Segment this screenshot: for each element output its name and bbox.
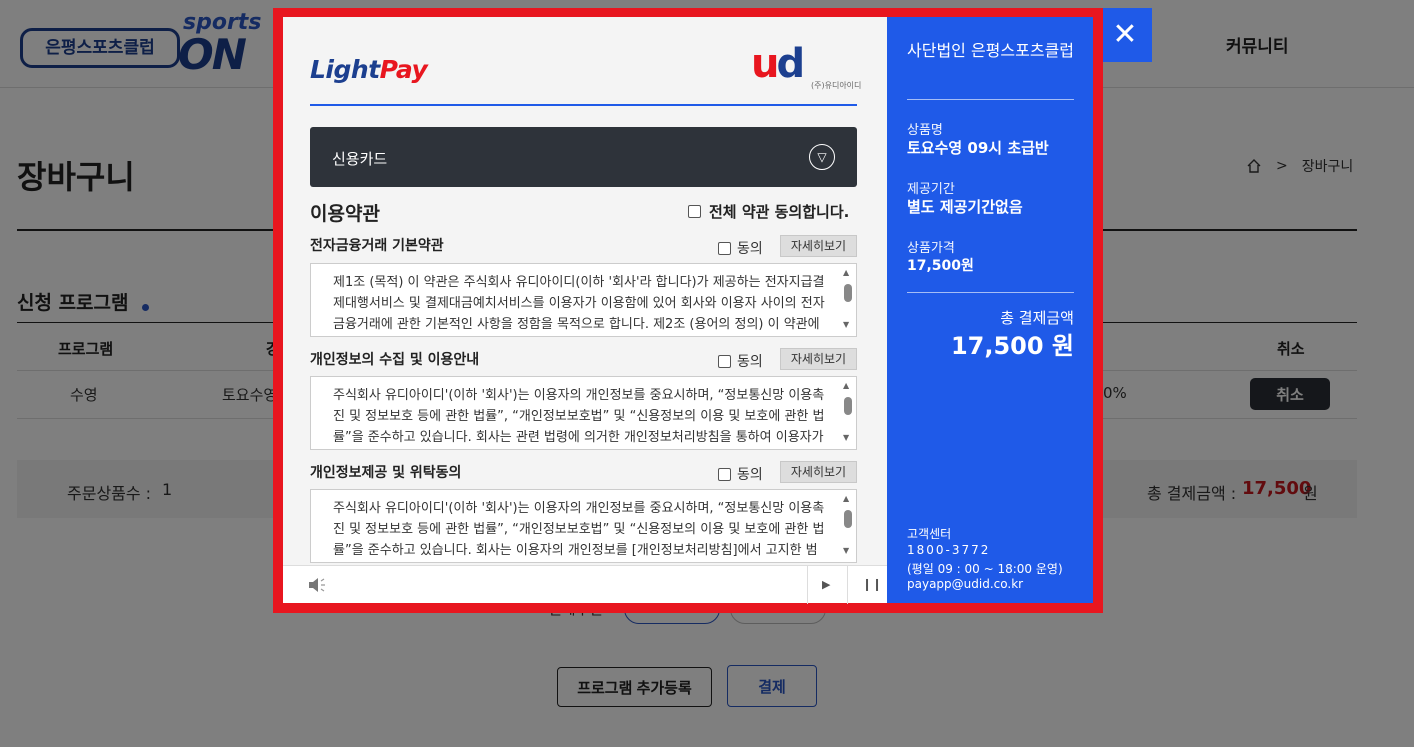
payment-modal: LightPay ud (주)유디아이디 신용카드 ▽ 이용약관 전체 약관 동… — [273, 8, 1103, 613]
term-title-privacy-provision: 개인정보제공 및 위탁동의 — [310, 465, 462, 481]
term-detail-button-privacy-provision[interactable]: 자세히보기 — [780, 461, 857, 483]
udid-logo-d: d — [776, 41, 805, 87]
speaker-icon[interactable] — [307, 576, 327, 594]
price-value: 17,500원 — [907, 258, 974, 274]
lightpay-logo-light: Light — [310, 55, 380, 84]
product-name-value: 토요수영 09시 초급반 — [907, 139, 1049, 157]
term-agree-label: 동의 — [737, 241, 763, 257]
price-label: 상품가격 — [907, 241, 955, 256]
term-detail-button-electronic-finance[interactable]: 자세히보기 — [780, 235, 857, 257]
term-agree-label: 동의 — [737, 354, 763, 370]
udid-logo: ud — [751, 41, 805, 87]
scroll-down-icon[interactable]: ▼ — [843, 320, 849, 329]
close-icon[interactable]: ✕ — [1098, 8, 1152, 62]
term-text-box-privacy-provision[interactable]: 주식회사 유디아이디'(이하 '회사')는 이용자의 개인정보를 중요시하며, … — [310, 489, 857, 563]
udid-logo-u: u — [751, 41, 780, 87]
merchant-name: 사단법인 은평스포츠클럽 — [907, 41, 1075, 60]
scrollbar-thumb[interactable] — [844, 510, 852, 528]
period-label: 제공기간 — [907, 182, 955, 197]
customer-center-phone: 1800-3772 — [907, 543, 991, 557]
logo-divider — [310, 104, 857, 106]
agree-all-checkbox[interactable]: 전체 약관 동의합니다. — [688, 201, 849, 222]
pause-icon[interactable]: ❙❙ — [862, 577, 882, 591]
chevron-down-icon: ▽ — [809, 144, 835, 170]
period-value: 별도 제공기간없음 — [907, 198, 1023, 216]
total-amount-label: 총 결제금액 — [1000, 309, 1074, 327]
term-detail-button-privacy-collection[interactable]: 자세히보기 — [780, 348, 857, 370]
agree-all-label: 전체 약관 동의합니다. — [709, 203, 850, 221]
audio-guide-bar: ▶ ❙❙ — [283, 565, 887, 604]
term-agree-box[interactable] — [718, 241, 731, 255]
term-title-privacy-collection: 개인정보의 수집 및 이용안내 — [310, 352, 480, 368]
customer-center-hours: (평일 09 : 00 ~ 18:00 운영) — [907, 562, 1063, 576]
term-text-box-electronic-finance[interactable]: 제1조 (목적) 이 약관은 주식회사 유디아이디(이하 '회사'라 합니다)가… — [310, 263, 857, 337]
product-name-label: 상품명 — [907, 123, 943, 138]
payment-method-value: 신용카드 — [332, 150, 388, 168]
term-title-electronic-finance: 전자금융거래 기본약관 — [310, 238, 444, 254]
scrollbar-thumb[interactable] — [844, 397, 852, 415]
lightpay-logo-pay: Pay — [379, 55, 428, 84]
scroll-up-icon[interactable]: ▲ — [843, 268, 849, 277]
payment-form: LightPay ud (주)유디아이디 신용카드 ▽ 이용약관 전체 약관 동… — [283, 17, 887, 604]
term-agree-privacy-collection[interactable]: 동의 — [718, 351, 763, 371]
play-icon[interactable]: ▶ — [822, 578, 830, 591]
term-text: 주식회사 유디아이디'(이하 '회사')는 이용자의 개인정보를 중요시하며, … — [333, 501, 825, 558]
panel-divider — [907, 292, 1074, 293]
total-amount-value: 17,500 원 — [950, 332, 1074, 360]
term-text: 제1조 (목적) 이 약관은 주식회사 유디아이디(이하 '회사'라 합니다)가… — [333, 275, 825, 332]
scroll-down-icon[interactable]: ▼ — [843, 546, 849, 555]
order-info-panel: 사단법인 은평스포츠클럽 상품명 토요수영 09시 초급반 제공기간 별도 제공… — [887, 17, 1093, 603]
scroll-up-icon[interactable]: ▲ — [843, 381, 849, 390]
customer-center-email: payapp@udid.co.kr — [907, 577, 1024, 591]
payment-method-select[interactable]: 신용카드 ▽ — [310, 127, 857, 187]
customer-center-label: 고객센터 — [907, 527, 952, 541]
agree-all-box[interactable] — [688, 205, 701, 218]
scrollbar-thumb[interactable] — [844, 284, 852, 302]
scroll-down-icon[interactable]: ▼ — [843, 433, 849, 442]
lightpay-logo: LightPay — [310, 55, 428, 84]
term-agree-privacy-provision[interactable]: 동의 — [718, 464, 763, 484]
media-divider — [807, 566, 808, 604]
term-agree-box[interactable] — [718, 354, 731, 368]
term-agree-box[interactable] — [718, 467, 731, 481]
udid-company-name: (주)유디아이디 — [811, 81, 862, 90]
scroll-up-icon[interactable]: ▲ — [843, 494, 849, 503]
media-divider — [847, 566, 848, 604]
term-text-box-privacy-collection[interactable]: 주식회사 유디아이디'(이하 '회사')는 이용자의 개인정보를 중요시하며, … — [310, 376, 857, 450]
terms-title: 이용약관 — [310, 203, 380, 225]
term-agree-label: 동의 — [737, 467, 763, 483]
panel-divider — [907, 99, 1074, 100]
term-text: 주식회사 유디아이디'(이하 '회사')는 이용자의 개인정보를 중요시하며, … — [333, 388, 825, 445]
term-agree-electronic-finance[interactable]: 동의 — [718, 238, 763, 258]
